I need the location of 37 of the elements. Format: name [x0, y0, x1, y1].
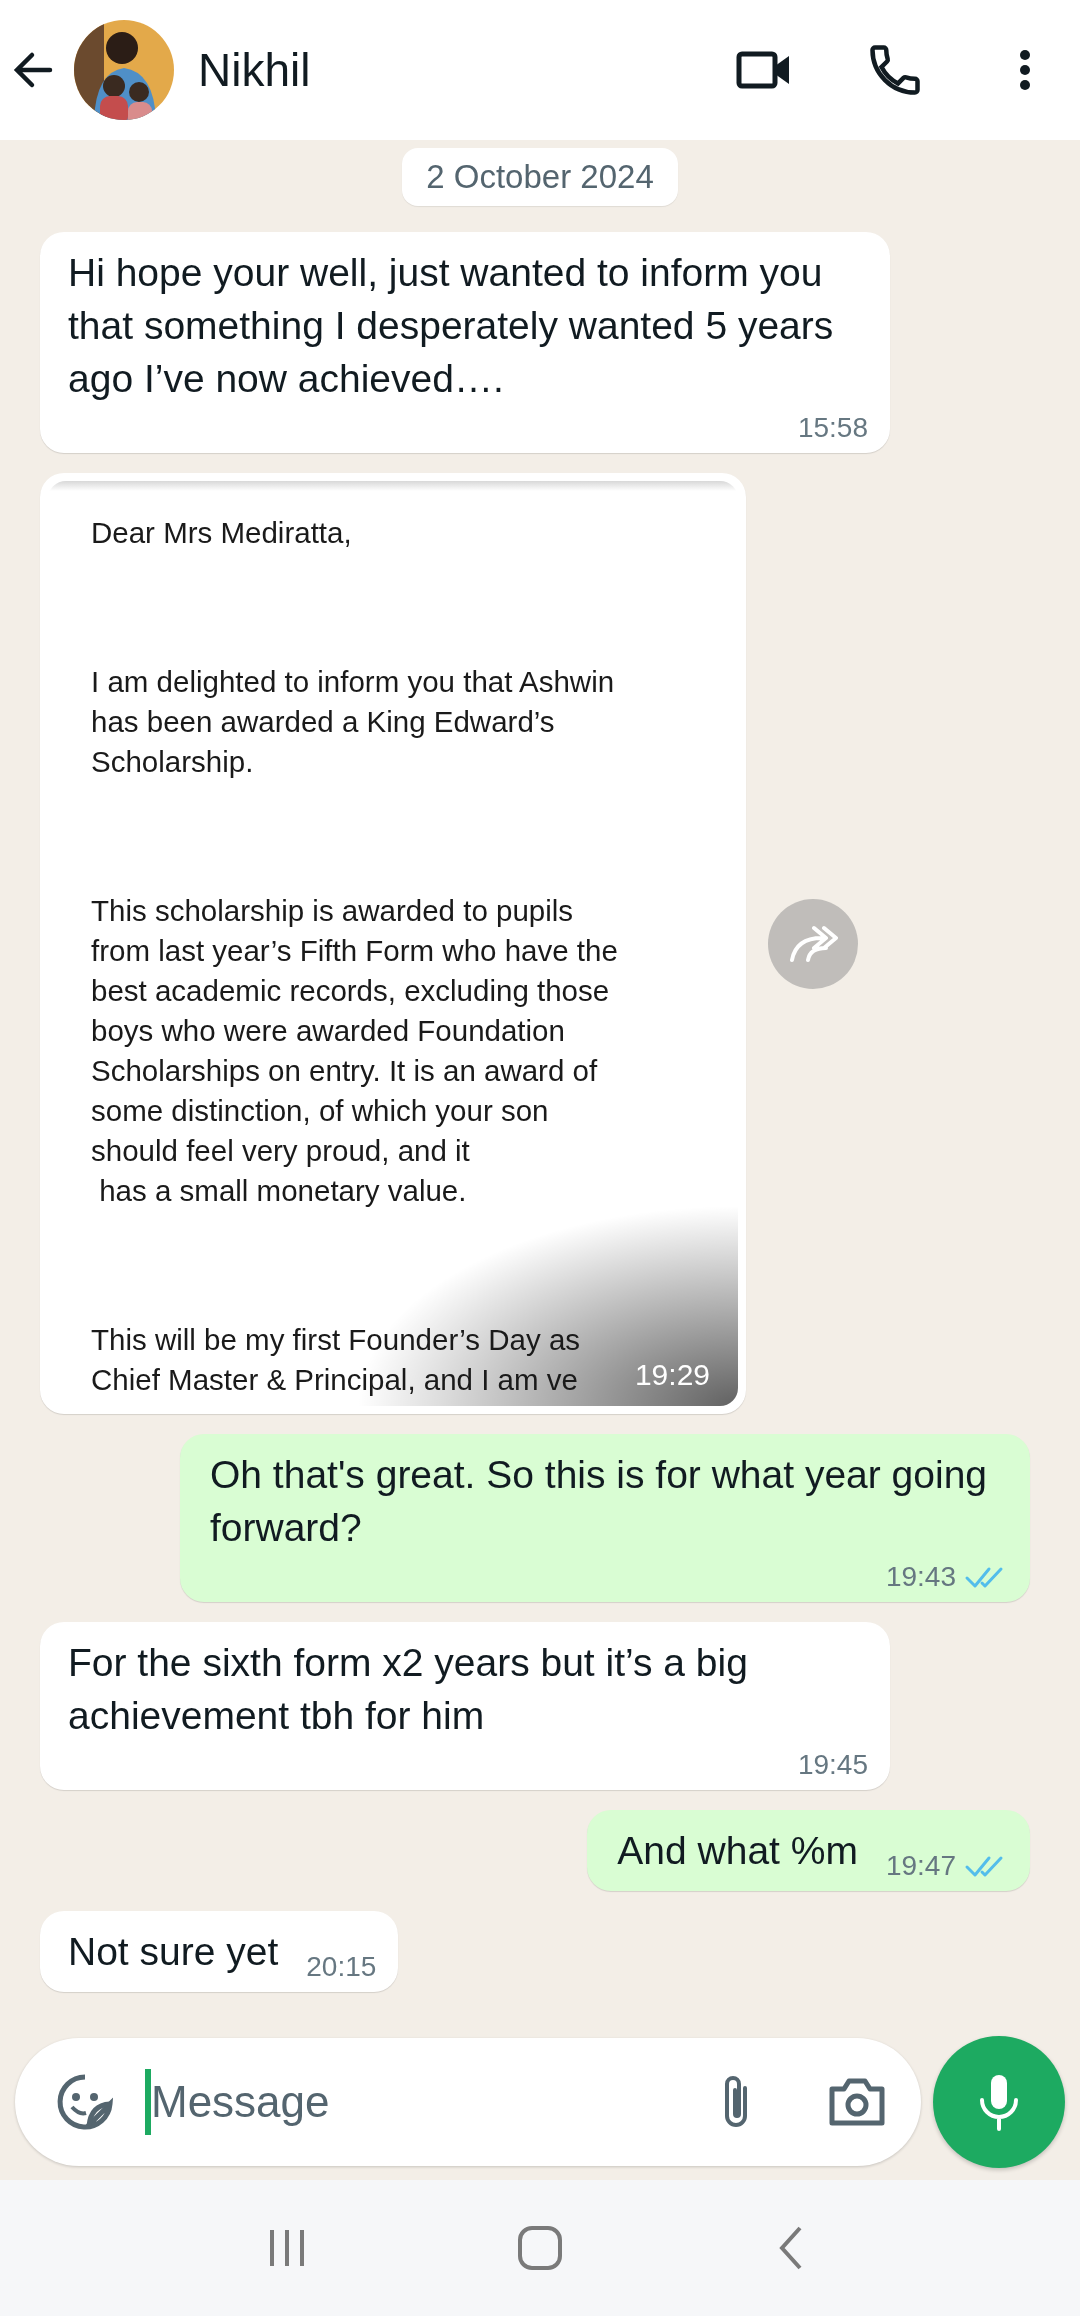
- letter-line: some distinction, of which your son: [91, 1093, 549, 1129]
- contact-name[interactable]: Nikhil: [198, 43, 735, 97]
- letter-line: has a small monetary value.: [98, 1173, 467, 1209]
- message-bubble[interactable]: Oh that's great. So this is for what year going forward? 19:43: [180, 1434, 1030, 1602]
- letter-line: boys who were awarded Foundation: [91, 1013, 565, 1049]
- message-text: Oh that's great. So this is for what year going forward?: [210, 1452, 988, 1551]
- message-bubble[interactable]: For the sixth form x2 years but it’s a big achievement tbh for him 19:45: [40, 1622, 890, 1790]
- forward-arrow-icon: [788, 923, 838, 964]
- letter-line: This scholarship is awarded to pupils: [91, 893, 574, 929]
- letter-line: Scholarships on entry. It is an award of: [91, 1053, 598, 1089]
- message-text: And what %m: [617, 1828, 858, 1874]
- message-time: 15:58: [797, 411, 868, 445]
- sticker-icon[interactable]: [55, 2072, 115, 2132]
- message-time: 20:15: [306, 1950, 377, 1984]
- home-icon[interactable]: [515, 2223, 565, 2273]
- microphone-icon: [977, 2072, 1021, 2132]
- message-text: Hi hope your well, just wanted to inform you that something I desperately wanted 5 years ago I’ve now achieved….: [68, 250, 835, 402]
- message-time: 19:47: [885, 1849, 956, 1883]
- message-field[interactable]: Message: [151, 2077, 717, 2127]
- letter-line: has been awarded a King Edward’s: [91, 704, 555, 740]
- message-text: Not sure yet: [68, 1929, 279, 1975]
- letter-line: I am delighted to inform you that Ashwin: [91, 664, 615, 700]
- message-time: 19:45: [797, 1748, 868, 1782]
- letter-line: Scholarship.: [91, 744, 254, 780]
- letter-line: Dear Mrs Mediratta,: [91, 515, 352, 551]
- letter-line: This will be my first Founder’s Day as: [91, 1322, 581, 1358]
- date-chip: 2 October 2024: [402, 148, 678, 206]
- message-bubble[interactable]: And what %m 19:47: [587, 1810, 1030, 1891]
- message-text: For the sixth form x2 years but it’s a big achievement tbh for him: [68, 1640, 749, 1739]
- message-bubble[interactable]: Hi hope your well, just wanted to inform you that something I desperately wanted 5 years ago I’ve now achieved…. 15:58: [40, 232, 890, 453]
- letter-line: best academic records, excluding those: [91, 973, 610, 1009]
- letter-line: Chief Master & Principal, and I am ve: [91, 1362, 578, 1398]
- letter-line: should feel very proud, and it: [91, 1133, 470, 1169]
- message-time: 19:43: [885, 1560, 956, 1594]
- letter-line: from last year’s Fifth Form who have the: [91, 933, 618, 969]
- message-bubble[interactable]: Not sure yet 20:15: [40, 1911, 399, 1992]
- message-time: 19:29: [634, 1358, 710, 1392]
